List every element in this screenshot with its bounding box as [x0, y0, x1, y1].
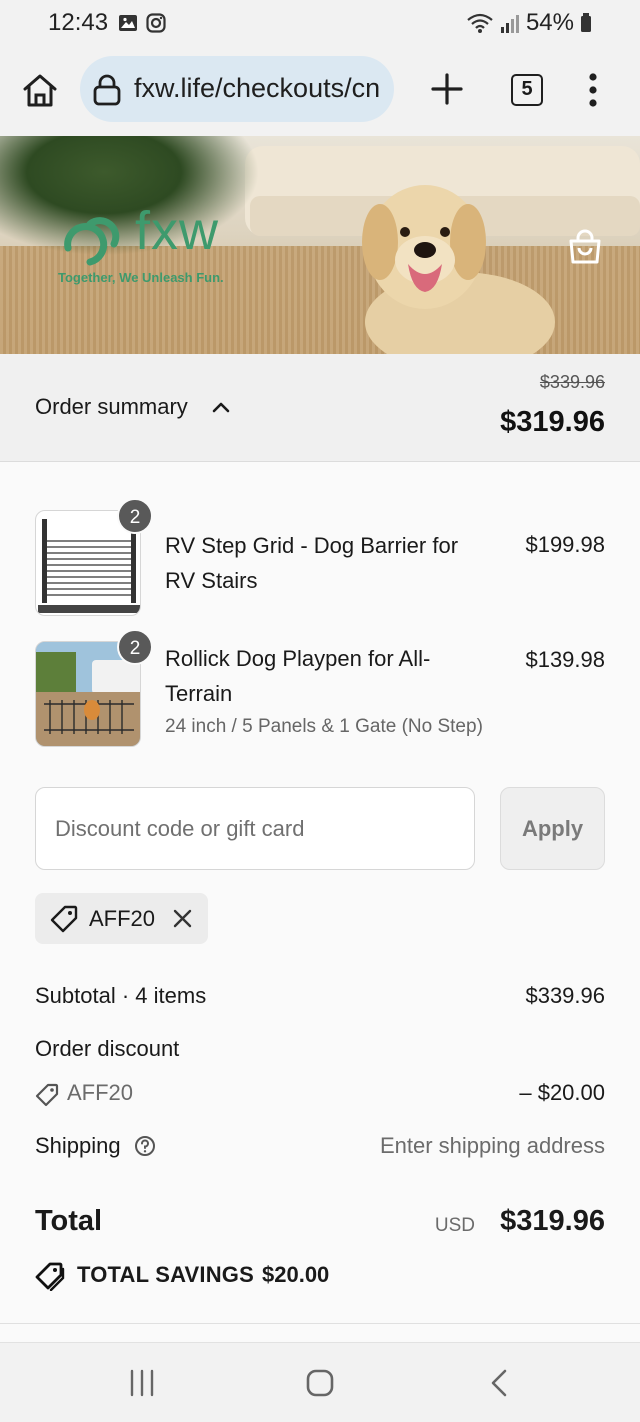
home-icon[interactable] — [20, 70, 60, 110]
back-icon[interactable] — [484, 1367, 516, 1399]
url-bar[interactable]: fxw.life/checkouts/cn — [80, 56, 394, 122]
applied-discount-chip: AFF20 — [35, 893, 208, 944]
quantity-badge: 2 — [117, 629, 153, 665]
original-price: $339.96 — [539, 372, 605, 392]
logo-wordmark: fxw — [135, 201, 219, 261]
remove-discount-icon[interactable] — [172, 908, 193, 929]
order-discount-label: Order discount — [35, 1036, 180, 1061]
total-savings-label: TOTAL SAVINGS — [77, 1262, 254, 1287]
logo-tagline: Together, We Unleash Fun. — [58, 270, 224, 285]
shipping-value: Enter shipping address — [379, 1133, 605, 1158]
order-summary-label[interactable]: Order summary — [35, 394, 188, 420]
item-name: RV Step Grid - Dog Barrier for RV Stairs — [165, 533, 459, 593]
tag-icon — [50, 905, 78, 933]
help-circle-icon[interactable] — [134, 1135, 156, 1157]
signal-icon — [500, 15, 519, 33]
order-summary-toggle[interactable]: Order summary $339.96 $319.96 — [0, 354, 640, 462]
item-name: Rollick Dog Playpen for All-Terrain — [165, 646, 431, 706]
currency-code: USD — [434, 1215, 475, 1236]
savings-tag-icon — [35, 1262, 65, 1291]
item-price: $199.98 — [525, 532, 605, 557]
discount-code-input[interactable] — [35, 787, 475, 870]
chevron-up-icon[interactable] — [212, 400, 230, 414]
summary-total: $319.96 — [500, 406, 605, 438]
status-right: 54% — [466, 9, 592, 37]
shipping-label: Shipping — [35, 1133, 121, 1158]
discount-value: – $20.00 — [519, 1080, 605, 1105]
total-savings-value: $20.00 — [262, 1262, 330, 1287]
golden-retriever-image — [362, 185, 555, 354]
new-tab-icon[interactable] — [430, 72, 464, 106]
recent-apps-icon[interactable] — [126, 1367, 158, 1399]
total-label: Total — [35, 1205, 103, 1237]
system-navigation-bar — [0, 1342, 640, 1422]
status-time: 12:43 — [48, 9, 109, 36]
subtotal-value: $339.96 — [525, 983, 605, 1008]
line-item: 2 RV Step Grid - Dog Barrier for RV Stai… — [35, 498, 605, 620]
applied-code-label: AFF20 — [89, 906, 156, 931]
total-value: $319.96 — [500, 1205, 605, 1237]
gallery-notification-icon — [119, 15, 137, 31]
wifi-icon — [467, 13, 493, 33]
browser-toolbar: fxw.life/checkouts/cn 5 — [0, 46, 640, 136]
apply-discount-button[interactable]: Apply — [500, 787, 605, 870]
url-text[interactable]: fxw.life/checkouts/cn — [134, 73, 380, 104]
battery-percent: 54% — [525, 9, 574, 36]
battery-icon — [581, 13, 591, 32]
subtotal-label: Subtotal · 4 items — [35, 983, 207, 1008]
status-bar: 12:43 54% — [0, 0, 640, 46]
more-menu-icon[interactable] — [584, 72, 602, 108]
section-divider — [0, 1323, 640, 1324]
discount-code-label: AFF20 — [67, 1080, 134, 1105]
home-nav-icon[interactable] — [304, 1367, 336, 1399]
quantity-badge: 2 — [117, 498, 153, 534]
line-item: 2 Rollick Dog Playpen for All-Terrain 24… — [35, 629, 605, 751]
lock-icon[interactable] — [92, 74, 122, 106]
discount-tag-icon — [35, 1083, 59, 1107]
shopping-bag-icon[interactable] — [566, 228, 604, 266]
hero-banner: fxw Together, We Unleash Fun. — [0, 136, 640, 354]
item-price: $139.98 — [525, 647, 605, 672]
tab-switcher-button[interactable]: 5 — [511, 74, 543, 106]
instagram-notification-icon — [146, 13, 166, 33]
item-variant: 24 inch / 5 Panels & 1 Gate (No Step) — [165, 716, 483, 737]
